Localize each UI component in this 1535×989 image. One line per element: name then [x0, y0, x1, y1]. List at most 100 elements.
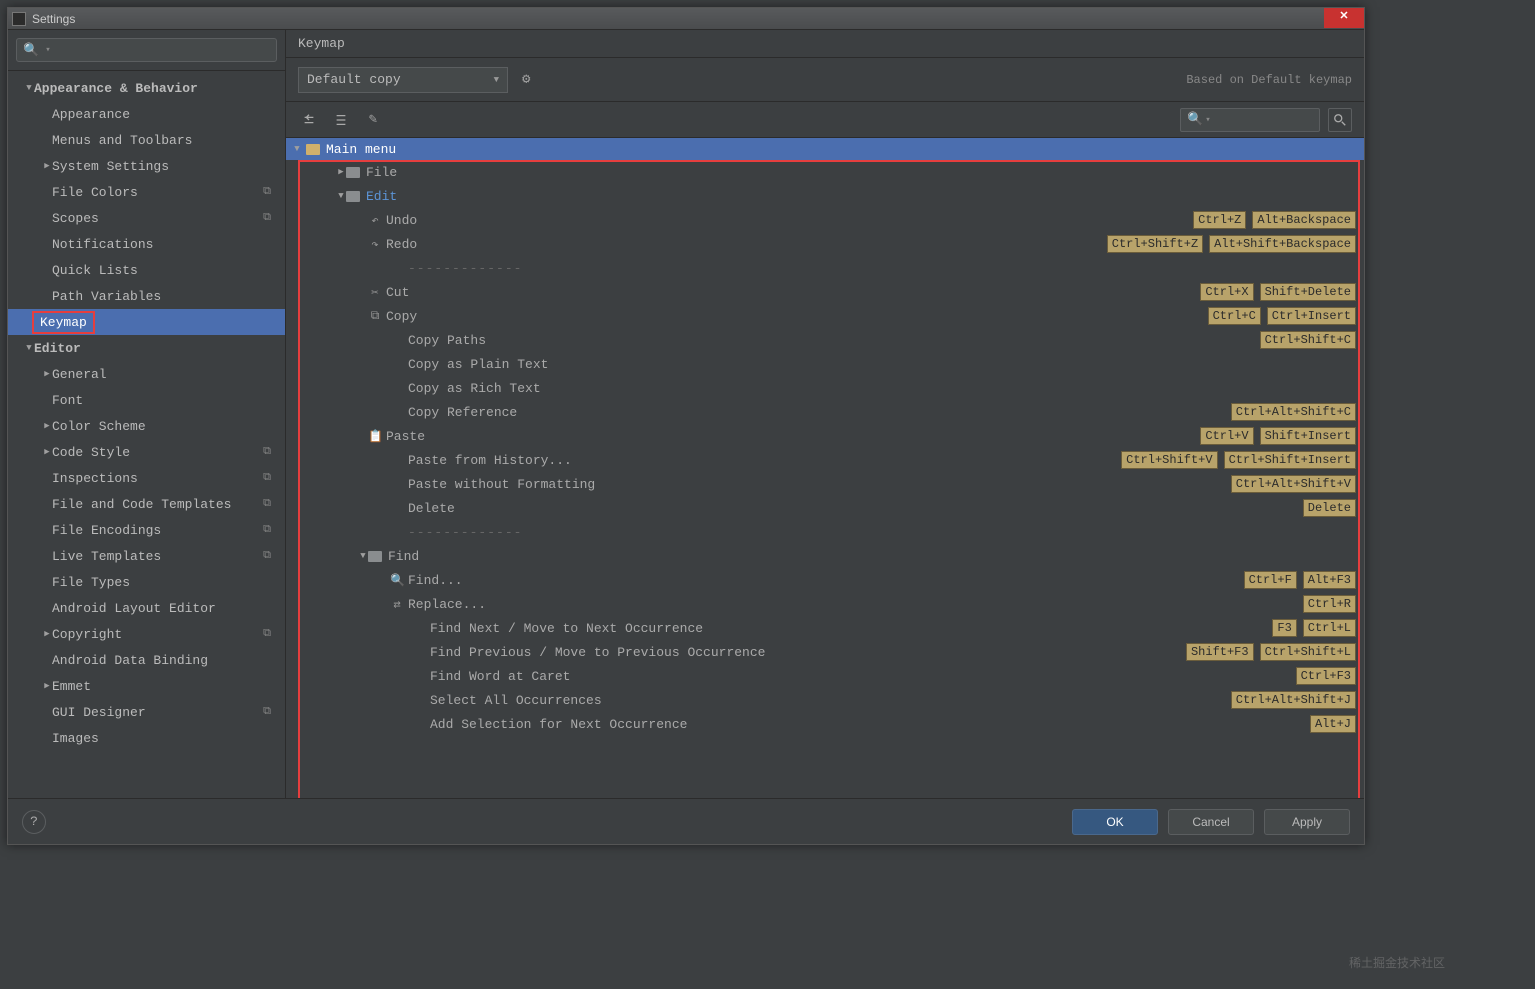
sidebar-item-menus-and-toolbars[interactable]: Menus and Toolbars	[8, 127, 285, 153]
sidebar-item-color-scheme[interactable]: ▶ Color Scheme	[8, 413, 285, 439]
sidebar-item-live-templates[interactable]: Live Templates⧉	[8, 543, 285, 569]
sidebar-item-label: General	[52, 367, 107, 382]
cancel-button[interactable]: Cancel	[1168, 809, 1254, 835]
sidebar-item-appearance[interactable]: Appearance	[8, 101, 285, 127]
sidebar-item-code-style[interactable]: ▶ Code Style⧉	[8, 439, 285, 465]
action-search-input[interactable]: 🔍 ▾	[1180, 108, 1320, 132]
paste-icon: 📋	[368, 429, 382, 444]
sidebar-item-path-variables[interactable]: Path Variables	[8, 283, 285, 309]
sidebar-item-file-types[interactable]: File Types	[8, 569, 285, 595]
shortcuts: Ctrl+Shift+VCtrl+Shift+Insert	[1121, 451, 1356, 469]
sidebar-item-images[interactable]: Images	[8, 725, 285, 751]
action-label: Redo	[386, 237, 417, 252]
sidebar-item-copyright[interactable]: ▶ Copyright ⧉	[8, 621, 285, 647]
action-cut[interactable]: ✂CutCtrl+XShift+Delete	[286, 280, 1364, 304]
sidebar-item-inspections[interactable]: Inspections⧉	[8, 465, 285, 491]
sidebar-item-editor[interactable]: ▼ Editor	[8, 335, 285, 361]
replace-icon: ⇄	[390, 597, 404, 612]
folder-file[interactable]: ▶ File	[286, 160, 1364, 184]
action-select-all-occurrences[interactable]: Select All OccurrencesCtrl+Alt+Shift+J	[286, 688, 1364, 712]
action-copy[interactable]: ⧉CopyCtrl+CCtrl+Insert	[286, 304, 1364, 328]
sidebar-item-emmet[interactable]: ▶ Emmet	[8, 673, 285, 699]
keymap-toolbar: ✎ 🔍 ▾	[286, 102, 1364, 138]
sidebar-item-appearance-behavior[interactable]: ▼ Appearance & Behavior	[8, 75, 285, 101]
action-paste-without-formatting[interactable]: Paste without FormattingCtrl+Alt+Shift+V	[286, 472, 1364, 496]
help-button[interactable]: ?	[22, 810, 46, 834]
scheme-dropdown[interactable]: Default copy ▼	[298, 67, 508, 93]
titlebar[interactable]: Settings ✕	[8, 8, 1364, 30]
shortcut-badge: Ctrl+Shift+Z	[1107, 235, 1203, 253]
find-by-shortcut-button[interactable]	[1328, 108, 1352, 132]
sidebar-item-file-colors[interactable]: File Colors⧉	[8, 179, 285, 205]
expand-all-icon[interactable]	[298, 109, 320, 131]
action-label: Select All Occurrences	[430, 693, 602, 708]
search-icon: 🔍	[23, 43, 39, 58]
action-copy-as-plain-text[interactable]: Copy as Plain Text	[286, 352, 1364, 376]
settings-window: Settings ✕ 🔍 ▾ ▼ Appearance & Behavior A…	[7, 7, 1365, 845]
sidebar-item-label: Copyright	[52, 627, 122, 642]
folder-find[interactable]: ▼ Find	[286, 544, 1364, 568]
shortcut-badge: Ctrl+Shift+L	[1260, 643, 1356, 661]
sidebar-item-notifications[interactable]: Notifications	[8, 231, 285, 257]
keymap-tree[interactable]: ▼ Main menu ▶ File▼ Edit ↶UndoCtrl+ZAlt+…	[286, 138, 1364, 844]
root-main-menu[interactable]: ▼ Main menu	[286, 138, 1364, 160]
action-delete[interactable]: DeleteDelete	[286, 496, 1364, 520]
project-scope-icon: ⧉	[263, 446, 271, 458]
gear-icon[interactable]: ⚙	[522, 71, 530, 88]
close-button[interactable]: ✕	[1324, 8, 1364, 28]
sidebar-item-scopes[interactable]: Scopes⧉	[8, 205, 285, 231]
shortcut-badge: Alt+Backspace	[1252, 211, 1356, 229]
shortcut-badge: Ctrl+Shift+Insert	[1224, 451, 1356, 469]
sidebar-item-gui-designer[interactable]: GUI Designer⧉	[8, 699, 285, 725]
apply-button[interactable]: Apply	[1264, 809, 1350, 835]
project-scope-icon: ⧉	[263, 628, 271, 640]
action-add-selection-for-next-occurrence[interactable]: Add Selection for Next OccurrenceAlt+J	[286, 712, 1364, 736]
shortcut-badge: Ctrl+V	[1200, 427, 1253, 445]
ok-button[interactable]: OK	[1072, 809, 1158, 835]
action-paste[interactable]: 📋PasteCtrl+VShift+Insert	[286, 424, 1364, 448]
undo-icon: ↶	[368, 213, 382, 228]
action-label: Replace...	[408, 597, 486, 612]
action-copy-as-rich-text[interactable]: Copy as Rich Text	[286, 376, 1364, 400]
shortcuts: Ctrl+FAlt+F3	[1244, 571, 1356, 589]
sidebar-item-android-data-binding[interactable]: Android Data Binding	[8, 647, 285, 673]
collapse-all-icon[interactable]	[330, 109, 352, 131]
action-label: Find...	[408, 573, 463, 588]
action-find-word-at-caret[interactable]: Find Word at CaretCtrl+F3	[286, 664, 1364, 688]
action-copy-reference[interactable]: Copy ReferenceCtrl+Alt+Shift+C	[286, 400, 1364, 424]
sidebar-search-input[interactable]: 🔍 ▾	[16, 38, 277, 62]
sidebar-item-system-settings[interactable]: ▶ System Settings	[8, 153, 285, 179]
action-find-previous-move-to-previous-occurrence[interactable]: Find Previous / Move to Previous Occurre…	[286, 640, 1364, 664]
sidebar-item-general[interactable]: ▶ General	[8, 361, 285, 387]
edit-icon[interactable]: ✎	[362, 109, 384, 131]
project-scope-icon: ⧉	[263, 524, 271, 536]
project-scope-icon: ⧉	[263, 706, 271, 718]
action-redo[interactable]: ↷RedoCtrl+Shift+ZAlt+Shift+Backspace	[286, 232, 1364, 256]
sidebar-item-font[interactable]: Font	[8, 387, 285, 413]
folder-icon	[346, 167, 360, 178]
action-replace-[interactable]: ⇄ Replace... Ctrl+R	[286, 592, 1364, 616]
sidebar-item-label: System Settings	[52, 159, 169, 174]
action-find-next-move-to-next-occurrence[interactable]: Find Next / Move to Next OccurrenceF3Ctr…	[286, 616, 1364, 640]
action-copy-paths[interactable]: Copy PathsCtrl+Shift+C	[286, 328, 1364, 352]
action-undo[interactable]: ↶UndoCtrl+ZAlt+Backspace	[286, 208, 1364, 232]
chevron-down-icon: ▼	[24, 343, 34, 353]
sidebar-item-quick-lists[interactable]: Quick Lists	[8, 257, 285, 283]
chevron-right-icon: ▶	[42, 421, 52, 431]
action-find-[interactable]: 🔍Find...Ctrl+FAlt+F3	[286, 568, 1364, 592]
shortcut-badge: Ctrl+R	[1303, 595, 1356, 613]
settings-tree[interactable]: ▼ Appearance & Behavior Appearance Menus…	[8, 71, 285, 844]
folder-icon	[306, 144, 320, 155]
action-paste-from-history-[interactable]: Paste from History...Ctrl+Shift+VCtrl+Sh…	[286, 448, 1364, 472]
sidebar-item-file-and-code-templates[interactable]: File and Code Templates⧉	[8, 491, 285, 517]
sidebar-item-file-encodings[interactable]: File Encodings⧉	[8, 517, 285, 543]
sidebar-item-label: Images	[52, 731, 99, 746]
shortcut-badge: Alt+Shift+Backspace	[1209, 235, 1356, 253]
sidebar-item-label: Menus and Toolbars	[52, 133, 192, 148]
based-on-text: Based on Default keymap	[1186, 73, 1352, 87]
action-label: Undo	[386, 213, 417, 228]
folder-edit[interactable]: ▼ Edit	[286, 184, 1364, 208]
sidebar-item-android-layout-editor[interactable]: Android Layout Editor	[8, 595, 285, 621]
chevron-right-icon: ▶	[42, 629, 52, 639]
sidebar-item-keymap[interactable]: Keymap	[8, 309, 285, 335]
